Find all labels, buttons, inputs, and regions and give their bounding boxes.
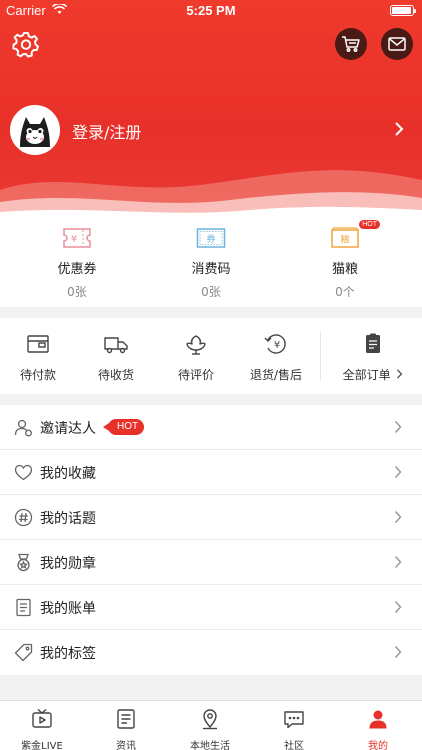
wallet-count: 0张 bbox=[67, 285, 87, 299]
order-refund-aftersale[interactable]: ¥ 退货/售后 bbox=[236, 332, 316, 383]
chevron-right-icon bbox=[394, 465, 402, 479]
hot-badge: HOT bbox=[359, 220, 380, 229]
tag-icon bbox=[14, 643, 33, 662]
chevron-right-icon bbox=[394, 645, 402, 659]
svg-text:粮: 粮 bbox=[340, 234, 349, 246]
hashtag-icon bbox=[14, 508, 33, 527]
menu-label: 我的话题 bbox=[40, 511, 96, 527]
chevron-right-icon bbox=[394, 510, 402, 524]
tab-local-life[interactable]: 本地生活 bbox=[168, 708, 252, 750]
clipboard-icon bbox=[366, 333, 380, 353]
orders-divider bbox=[320, 332, 321, 380]
order-pending-review[interactable]: 待评价 bbox=[156, 332, 236, 383]
menu-label: 我的账单 bbox=[40, 601, 96, 617]
invite-icon bbox=[14, 419, 32, 437]
mail-icon bbox=[388, 37, 406, 51]
tab-label: 资讯 bbox=[116, 741, 136, 750]
header-wave bbox=[0, 170, 422, 215]
order-label: 待收货 bbox=[97, 368, 134, 382]
menu-item-invite[interactable]: 邀请达人 HOT bbox=[0, 405, 422, 450]
hot-badge: HOT bbox=[102, 419, 145, 435]
clock: 5:25 PM bbox=[186, 3, 236, 18]
wallet-item-cat-food[interactable]: 粮 HOT 猫粮 0个 bbox=[275, 220, 415, 300]
medal-icon bbox=[17, 553, 30, 572]
profile-icon bbox=[369, 710, 387, 729]
menu-list: 邀请达人 HOT 我的收藏 我的话题 我的勋章 我的账单 我的标签 bbox=[0, 405, 422, 675]
wallet-count: 0个 bbox=[335, 285, 355, 299]
truck-icon bbox=[104, 337, 128, 354]
status-bar: Carrier 5:25 PM bbox=[0, 0, 422, 22]
menu-label: 我的勋章 bbox=[40, 556, 96, 572]
heart-icon bbox=[14, 464, 33, 481]
coupon-icon: ¥ bbox=[63, 228, 91, 248]
cart-icon bbox=[342, 36, 360, 52]
tab-label: 社区 bbox=[284, 741, 304, 750]
wallet-count: 0张 bbox=[201, 285, 221, 299]
order-label: 退货/售后 bbox=[249, 368, 303, 382]
messages-button[interactable] bbox=[381, 28, 413, 60]
tab-community[interactable]: 社区 bbox=[252, 708, 336, 750]
svg-text:券: 券 bbox=[206, 233, 215, 245]
orders-section: 待付款 待收货 待评价 ¥ 退货/售后 全部订单 bbox=[0, 318, 422, 394]
order-pending-payment[interactable]: 待付款 bbox=[0, 332, 78, 383]
chevron-right-icon bbox=[395, 122, 404, 136]
tab-label: 紫金LIVE bbox=[21, 741, 63, 750]
tab-label: 我的 bbox=[368, 741, 388, 750]
login-row[interactable]: 登录/注册 bbox=[10, 105, 412, 155]
refund-icon: ¥ bbox=[264, 334, 286, 354]
all-orders-text: 全部订单 bbox=[342, 368, 391, 382]
chevron-right-icon bbox=[394, 420, 402, 434]
battery-icon bbox=[390, 5, 416, 16]
wallet-name: 优惠券 bbox=[57, 262, 97, 277]
tab-live[interactable]: 紫金LIVE bbox=[0, 708, 84, 750]
wallet-item-coupon[interactable]: ¥ 优惠券 0张 bbox=[7, 227, 147, 300]
community-icon bbox=[284, 711, 304, 729]
all-orders-label: 全部订单 bbox=[333, 366, 413, 383]
cat-food-icon: 粮 bbox=[331, 227, 359, 248]
menu-item-topics[interactable]: 我的话题 bbox=[0, 495, 422, 540]
wallet-icon bbox=[27, 335, 49, 353]
login-register-link[interactable]: 登录/注册 bbox=[72, 119, 141, 143]
menu-item-medals[interactable]: 我的勋章 bbox=[0, 540, 422, 585]
location-icon bbox=[203, 709, 217, 730]
menu-label: 邀请达人 bbox=[40, 421, 96, 437]
news-icon bbox=[117, 709, 135, 729]
svg-text:¥: ¥ bbox=[274, 340, 280, 351]
menu-item-favorites[interactable]: 我的收藏 bbox=[0, 450, 422, 495]
chevron-right-icon bbox=[394, 555, 402, 569]
menu-label: 我的标签 bbox=[40, 646, 96, 662]
cat-avatar-icon bbox=[12, 107, 58, 153]
order-label: 待评价 bbox=[177, 368, 214, 382]
menu-item-tags[interactable]: 我的标签 bbox=[0, 630, 422, 675]
chevron-right-icon bbox=[397, 369, 403, 379]
settings-gear-icon[interactable] bbox=[12, 30, 40, 58]
tab-label: 本地生活 bbox=[190, 741, 230, 750]
battery-level bbox=[392, 7, 411, 14]
order-pending-receipt[interactable]: 待收货 bbox=[76, 332, 156, 383]
profile-header: Carrier 5:25 PM 登录/注册 bbox=[0, 0, 422, 215]
bottom-tab-bar: 紫金LIVE 资讯 本地生活 社区 我的 bbox=[0, 700, 422, 750]
chevron-right-icon bbox=[394, 600, 402, 614]
all-orders-button[interactable]: 全部订单 bbox=[333, 332, 413, 383]
svg-text:¥: ¥ bbox=[71, 234, 77, 245]
wallet-item-voucher[interactable]: 券 消费码 0张 bbox=[141, 227, 281, 300]
order-label: 待付款 bbox=[19, 368, 56, 382]
menu-label: 我的收藏 bbox=[40, 466, 96, 482]
wallet-section: ¥ 优惠券 0张 券 消费码 0张 粮 HOT 猫粮 0个 bbox=[0, 215, 422, 307]
voucher-icon: 券 bbox=[196, 228, 226, 248]
avatar[interactable] bbox=[10, 105, 60, 155]
tab-news[interactable]: 资讯 bbox=[84, 708, 168, 750]
flower-icon bbox=[186, 335, 206, 355]
bill-icon bbox=[16, 598, 31, 617]
wallet-name: 消费码 bbox=[191, 262, 231, 277]
cart-button[interactable] bbox=[335, 28, 367, 60]
wallet-name: 猫粮 bbox=[331, 262, 358, 277]
tab-mine[interactable]: 我的 bbox=[336, 708, 420, 750]
menu-item-bills[interactable]: 我的账单 bbox=[0, 585, 422, 630]
live-tv-icon bbox=[32, 708, 52, 728]
